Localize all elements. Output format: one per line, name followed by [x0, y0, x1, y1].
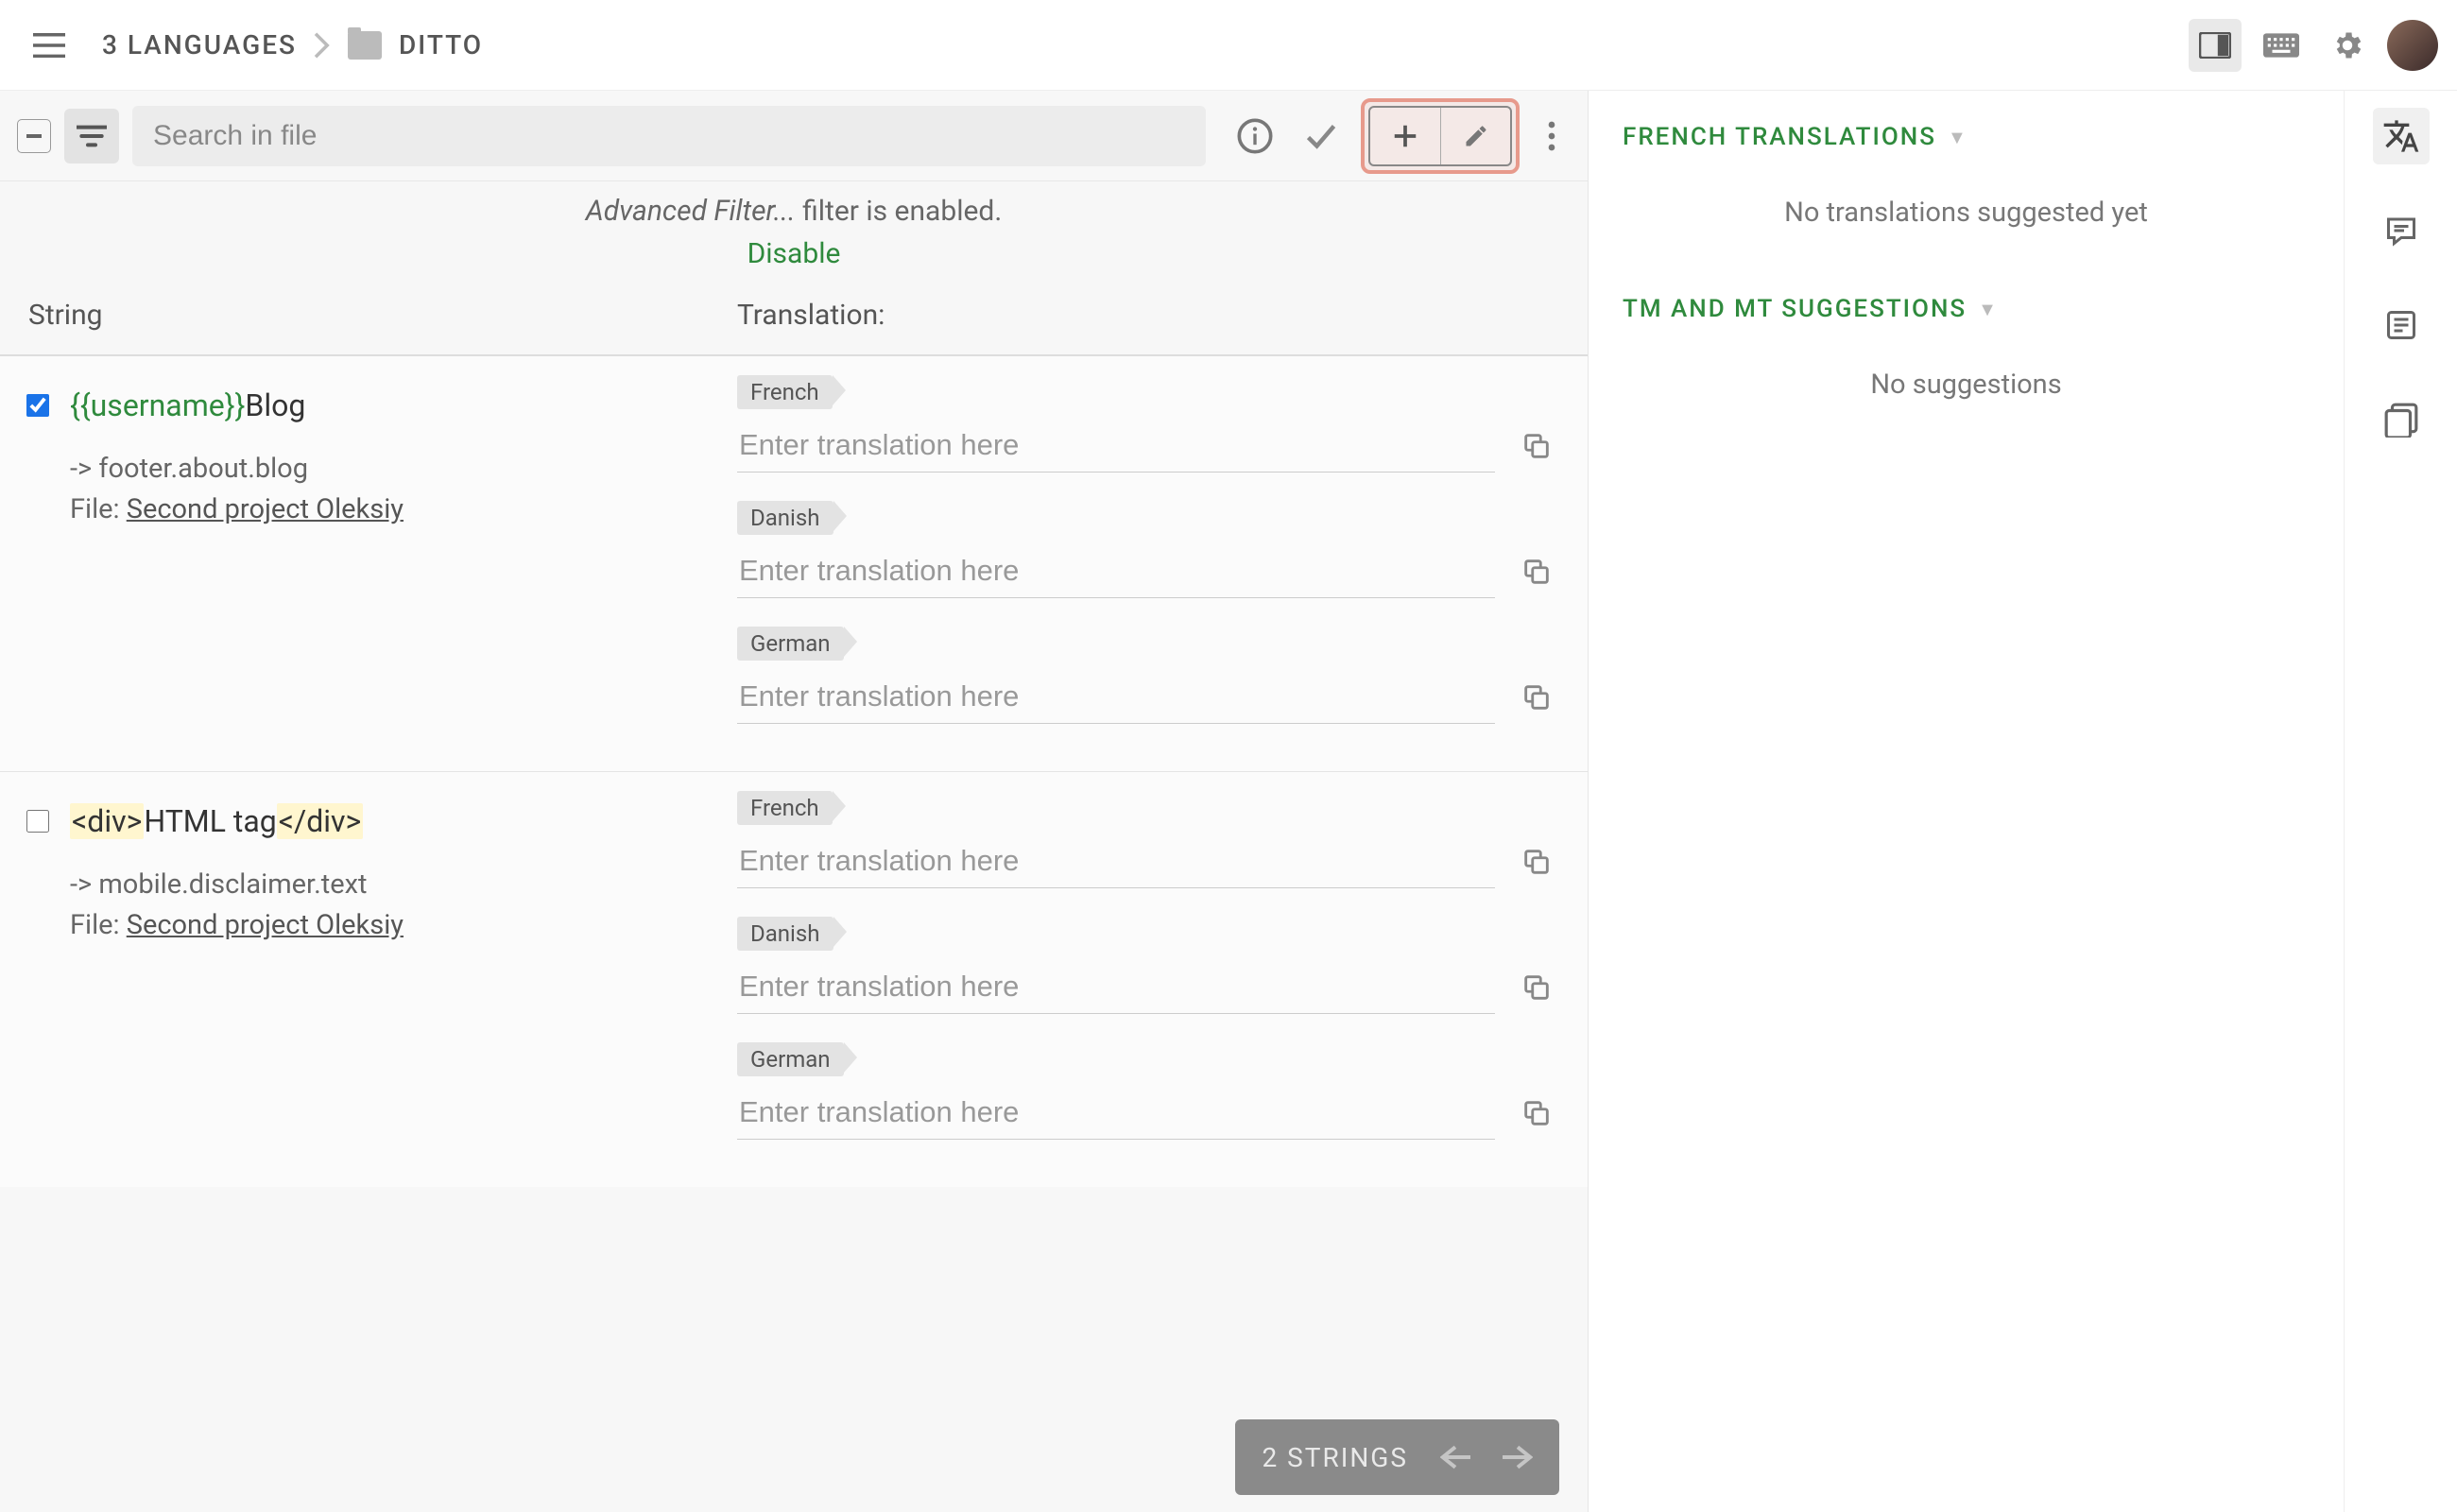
string-count-label: 2 STRINGS [1262, 1442, 1408, 1473]
translation-block: Danish [737, 501, 1559, 598]
copy-source-icon[interactable] [1514, 549, 1559, 594]
keyboard-icon[interactable] [2255, 19, 2308, 72]
side-empty-suggestions: No suggestions [1623, 323, 2310, 467]
string-context: -> footer.about.blog [70, 449, 718, 490]
translation-input[interactable] [737, 834, 1495, 888]
language-chip: German [737, 627, 844, 661]
rail-glossary-icon[interactable] [2373, 391, 2430, 448]
column-header-translation: Translation: [737, 299, 1588, 332]
string-file-line: File: Second project Oleksiy [70, 905, 718, 947]
side-section1-label: FRENCH TRANSLATIONS [1623, 123, 1936, 151]
column-headers: String Translation: [0, 287, 1588, 354]
folder-icon [348, 31, 382, 60]
string-row: <div>HTML tag</div> -> mobile.disclaimer.… [0, 771, 1588, 1187]
language-chip: French [737, 375, 833, 409]
prev-arrow-button[interactable] [1440, 1444, 1470, 1470]
add-button[interactable] [1370, 108, 1440, 164]
chevron-right-icon [314, 32, 331, 59]
rail-translate-icon[interactable] [2373, 108, 2430, 164]
rail-context-icon[interactable] [2373, 297, 2430, 353]
layout-toggle-split-button[interactable] [2189, 19, 2242, 72]
source-string[interactable]: {{username}}Blog [70, 387, 305, 426]
language-chip: French [737, 791, 833, 825]
language-chip: German [737, 1042, 844, 1076]
string-row: {{username}}Blog -> footer.about.blogFile… [0, 354, 1588, 771]
checkmark-icon[interactable] [1295, 110, 1348, 163]
translation-block: French [737, 375, 1559, 472]
breadcrumb-file[interactable]: DITTO [399, 29, 483, 60]
copy-source-icon[interactable] [1514, 675, 1559, 720]
filter-notice: Advanced Filter... filter is enabled. [0, 181, 1588, 237]
html-close-tag: </div> [277, 803, 364, 839]
info-icon[interactable] [1228, 110, 1281, 163]
disable-filter-link[interactable]: Disable [0, 237, 1588, 287]
search-input-wrapper [132, 106, 1206, 166]
copy-source-icon[interactable] [1514, 839, 1559, 885]
edit-button[interactable] [1440, 108, 1510, 164]
chevron-down-icon: ▼ [1978, 298, 1999, 321]
translation-input[interactable] [737, 1086, 1495, 1140]
add-edit-highlighted-group [1361, 98, 1520, 174]
copy-source-icon[interactable] [1514, 423, 1559, 469]
string-count-floater: 2 STRINGS [1235, 1419, 1559, 1495]
file-link[interactable]: Second project Oleksiy [127, 909, 404, 941]
menu-icon[interactable] [19, 15, 79, 76]
side-section2-label: TM AND MT SUGGESTIONS [1623, 295, 1967, 323]
more-icon[interactable] [1533, 110, 1571, 163]
settings-icon[interactable] [2321, 19, 2374, 72]
avatar[interactable] [2387, 20, 2438, 71]
copy-source-icon[interactable] [1514, 965, 1559, 1010]
string-checkbox[interactable] [26, 810, 49, 833]
side-section-french-translations[interactable]: FRENCH TRANSLATIONS ▼ [1623, 123, 2310, 151]
search-input[interactable] [153, 120, 1185, 152]
breadcrumb-languages[interactable]: 3 LANGUAGES [102, 29, 297, 60]
translation-block: French [737, 791, 1559, 888]
collapse-all-button[interactable] [17, 119, 51, 153]
translation-input[interactable] [737, 419, 1495, 472]
filter-button[interactable] [64, 109, 119, 163]
translation-input[interactable] [737, 544, 1495, 598]
html-open-tag: <div> [70, 803, 144, 839]
chevron-down-icon: ▼ [1948, 126, 1968, 149]
translation-block: German [737, 627, 1559, 724]
side-section-tm-mt[interactable]: TM AND MT SUGGESTIONS ▼ [1623, 295, 2310, 323]
translation-input[interactable] [737, 670, 1495, 724]
breadcrumb: 3 LANGUAGES DITTO [102, 29, 483, 60]
translation-block: German [737, 1042, 1559, 1140]
source-string[interactable]: <div>HTML tag</div> [70, 802, 363, 842]
string-file-line: File: Second project Oleksiy [70, 490, 718, 531]
language-chip: Danish [737, 501, 833, 535]
file-link[interactable]: Second project Oleksiy [127, 493, 404, 525]
side-empty-translations: No translations suggested yet [1623, 151, 2310, 295]
filter-notice-rest: filter is enabled. [796, 195, 1003, 228]
next-arrow-button[interactable] [1503, 1444, 1533, 1470]
language-chip: Danish [737, 917, 833, 951]
copy-source-icon[interactable] [1514, 1091, 1559, 1136]
filter-name: Advanced Filter... [586, 195, 796, 228]
string-checkbox[interactable] [26, 394, 49, 417]
column-header-string: String [0, 299, 737, 332]
translation-block: Danish [737, 917, 1559, 1014]
rail-comments-icon[interactable] [2373, 202, 2430, 259]
translation-input[interactable] [737, 960, 1495, 1014]
placeholder-token: {{username}} [70, 387, 245, 423]
string-context: -> mobile.disclaimer.text [70, 865, 718, 906]
